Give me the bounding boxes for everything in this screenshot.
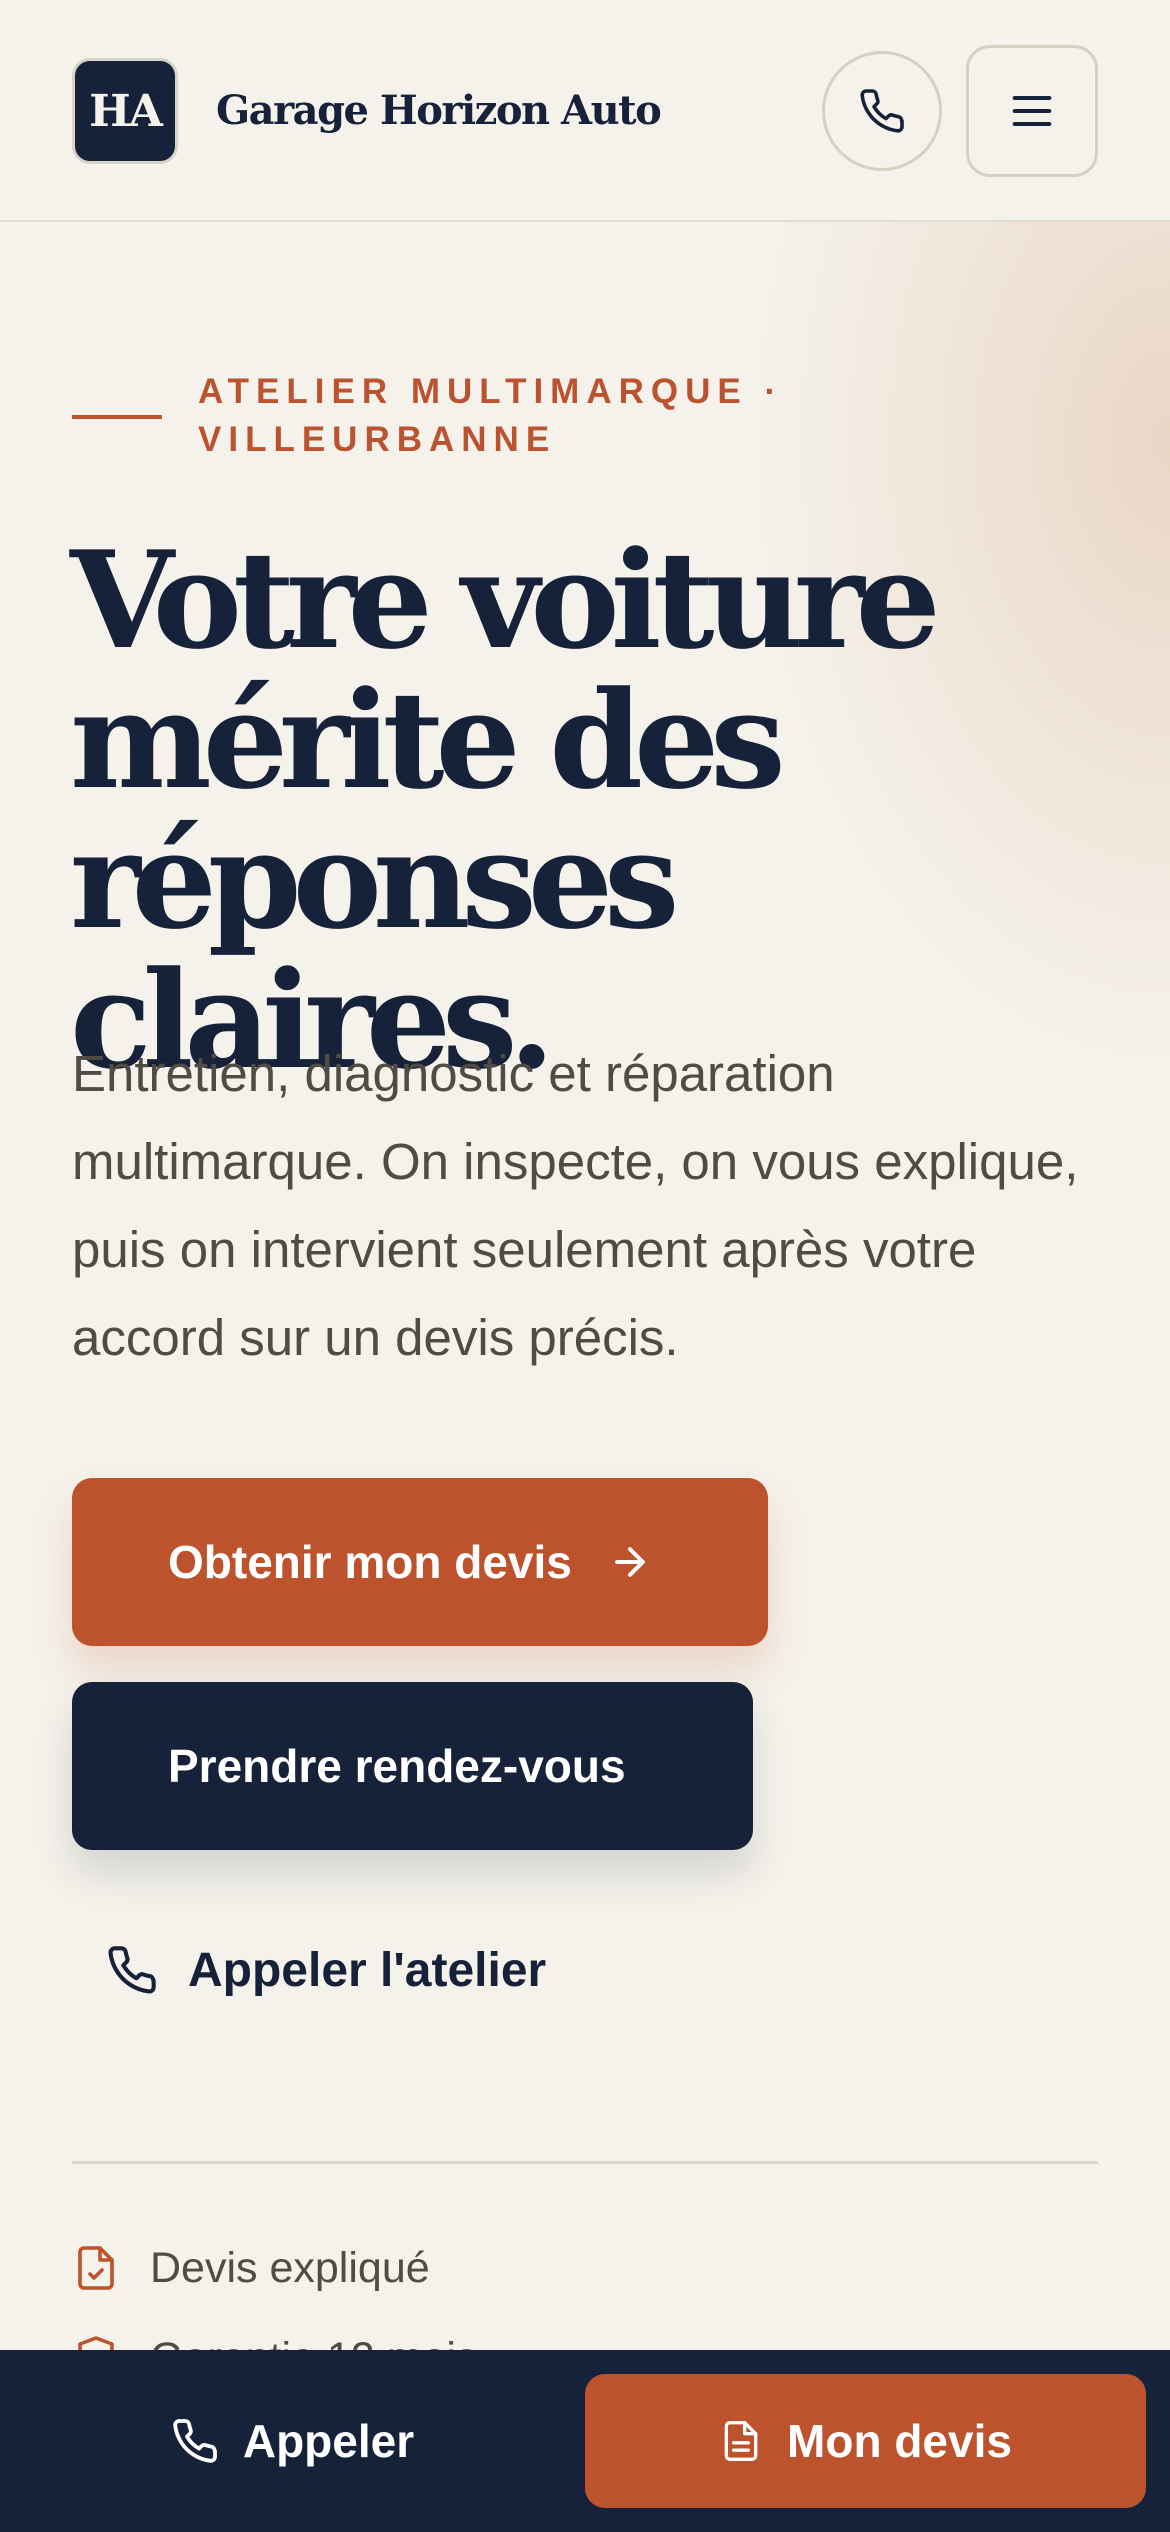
headline-line: mérite des [70, 661, 786, 819]
call-workshop-link[interactable]: Appeler l'atelier [106, 1934, 546, 2006]
hero-eyebrow: ATELIER MULTIMARQUE · VILLEURBANNE [198, 372, 784, 459]
phone-icon [173, 2419, 217, 2463]
book-appointment-button[interactable]: Prendre rendez-vous [72, 1682, 753, 1850]
phone-icon [108, 1946, 156, 1994]
hamburger-menu-icon [1012, 96, 1052, 126]
feature-label: Devis expliqué [150, 2243, 430, 2292]
brand-name[interactable]: Garage Horizon Auto [216, 84, 662, 138]
call-workshop-label: Appeler l'atelier [188, 1943, 547, 1997]
document-icon [724, 2421, 758, 2461]
hero-lead: Entretien, diagnostic et réparation mult… [72, 1045, 1079, 1366]
headline-line: Votre voiture [70, 521, 941, 679]
feature-item: Devis expliqué [72, 2238, 430, 2298]
get-quote-label: Obtenir mon devis [168, 1536, 572, 1588]
bottom-quote-label: Mon devis [787, 2415, 1012, 2467]
hero-headline: Votre voiture mérite des réponses claire… [70, 530, 1150, 1090]
logo-initials: HA [89, 85, 163, 137]
sticky-bottom-bar: Appeler Mon devis [0, 2350, 1170, 2532]
file-check-icon [78, 2246, 114, 2290]
eyebrow-divider [72, 415, 162, 419]
bottom-call-button[interactable]: Appeler [0, 2350, 585, 2532]
phone-icon [860, 89, 904, 133]
book-appointment-label: Prendre rendez-vous [168, 1740, 626, 1792]
bottom-quote-button[interactable]: Mon devis [585, 2374, 1146, 2508]
header-call-button[interactable] [822, 51, 942, 171]
arrow-right-icon [608, 1540, 652, 1584]
section-divider [72, 2161, 1098, 2164]
menu-button[interactable] [966, 45, 1098, 177]
logo-badge[interactable]: HA [72, 58, 178, 164]
site-header: HA Garage Horizon Auto [0, 0, 1170, 222]
bottom-call-label: Appeler [242, 2415, 415, 2467]
get-quote-button[interactable]: Obtenir mon devis [72, 1478, 768, 1646]
